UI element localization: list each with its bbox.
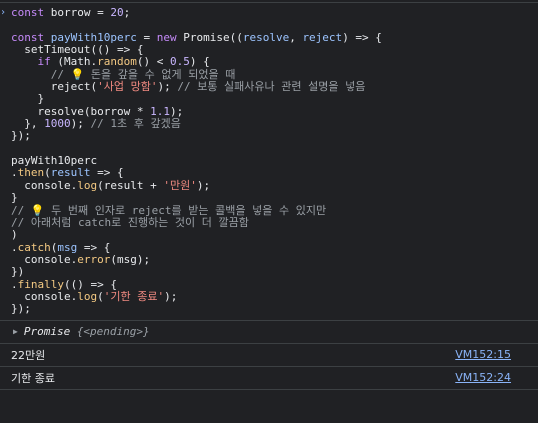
log-source-link[interactable]: VM152:24	[455, 371, 511, 384]
console-input-entry[interactable]: › const borrow = 20; const payWith10perc…	[0, 3, 538, 321]
promise-result-row[interactable]: ▶ Promise {<pending>}	[0, 321, 538, 344]
promise-label: Promise	[23, 325, 71, 339]
log-row: 기한 종료 VM152:24	[0, 367, 538, 390]
devtools-console: › const borrow = 20; const payWith10perc…	[0, 0, 538, 423]
expand-arrow-icon[interactable]: ▶	[13, 327, 18, 336]
log-text: 기한 종료	[11, 371, 55, 385]
log-source-link[interactable]: VM152:15	[455, 348, 511, 361]
code-block: const borrow = 20; const payWith10perc =…	[11, 6, 382, 316]
promise-state: {<pending>}	[76, 325, 150, 339]
log-row: 22만원 VM152:15	[0, 344, 538, 367]
log-text: 22만원	[11, 348, 46, 362]
prompt-chevron-icon: ›	[0, 7, 7, 18]
